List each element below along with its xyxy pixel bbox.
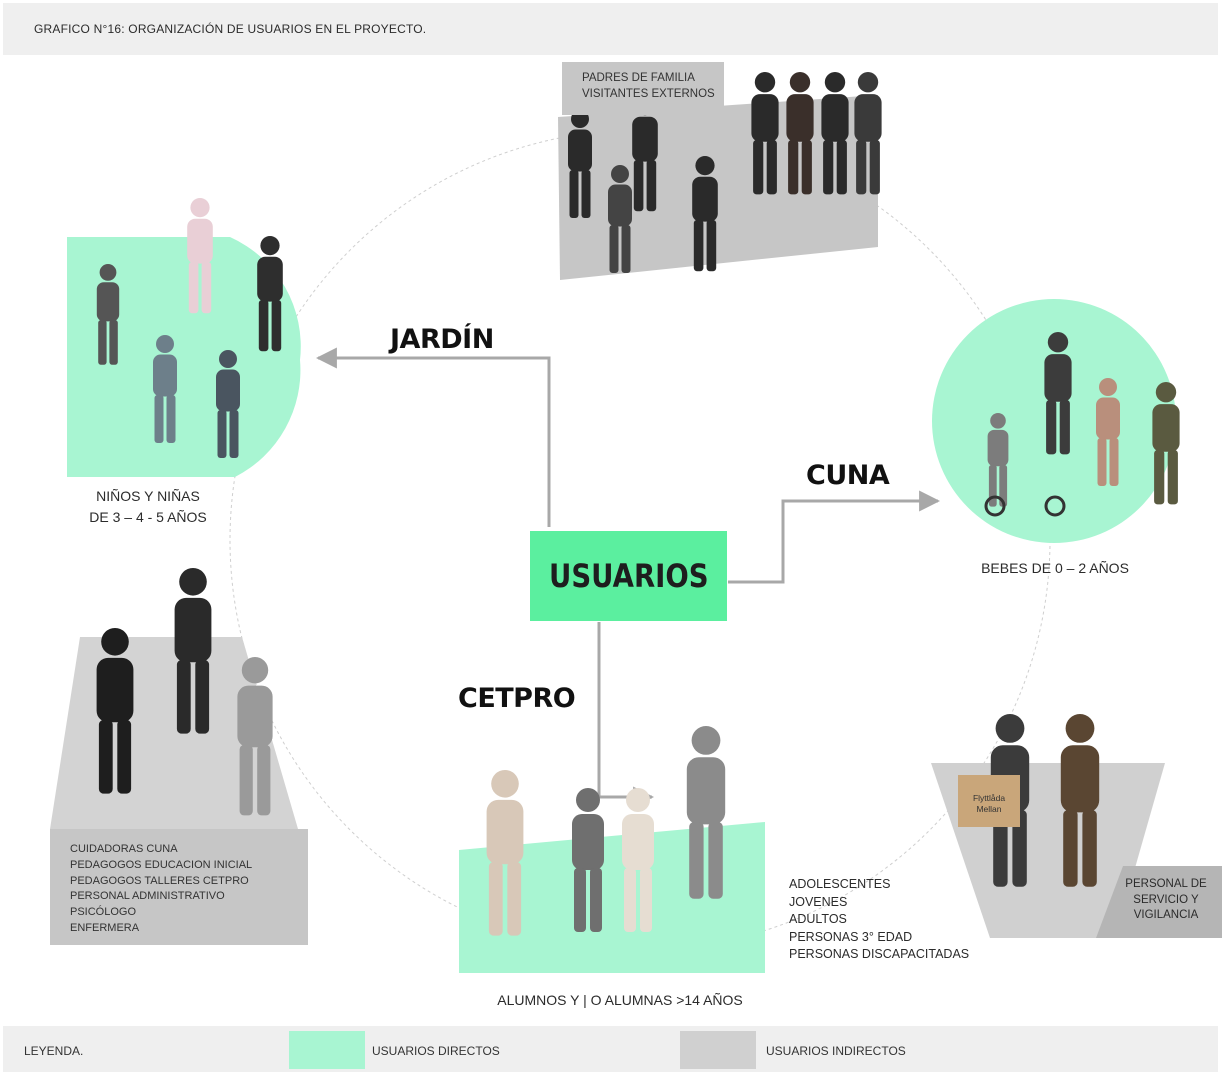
servicio-label-line1: PERSONAL DE	[1125, 878, 1207, 890]
box-print-2: Mellan	[976, 804, 1001, 814]
personal-item: ENFERMERA	[70, 921, 140, 934]
legend-direct-label: USUARIOS DIRECTOS	[372, 1044, 500, 1058]
alumnos-list: ADOLESCENTES JOVENES ADULTOS PERSONAS 3°…	[789, 876, 999, 964]
center-node: USUARIOS	[530, 531, 727, 621]
alumnos-item: ADOLESCENTES	[789, 877, 891, 891]
servicio-label-line3: VIGILANCIA	[1133, 909, 1199, 921]
legend-indirect-label: USUARIOS INDIRECTOS	[766, 1044, 906, 1058]
branch-jardin-label: JARDÍN	[390, 324, 494, 355]
servicio-label-line2: SERVICIO Y	[1133, 893, 1199, 906]
box-print-1: Flyttlåda	[973, 793, 1005, 803]
padres-label-line2: VISITANTES EXTERNOS	[582, 88, 715, 100]
ninos-caption: NIÑOS Y NIÑAS DE 3 – 4 - 5 AÑOS	[68, 486, 228, 528]
connector-cuna	[728, 490, 941, 584]
alumnos-caption: ALUMNOS Y | O ALUMNAS >14 AÑOS	[497, 992, 743, 1008]
padres-label: PADRES DE FAMILIA VISITANTES EXTERNOS	[562, 62, 724, 115]
branch-cuna-label: CUNA	[806, 460, 890, 491]
ninos-caption-line1: NIÑOS Y NIÑAS	[96, 488, 200, 504]
connector-cetpro	[597, 622, 655, 808]
servicio-label: PERSONAL DE SERVICIO Y VIGILANCIA	[1116, 877, 1216, 924]
branch-cetpro-label: CETPRO	[458, 683, 576, 714]
bebes-caption: BEBES DE 0 – 2 AÑOS	[981, 560, 1129, 576]
alumnos-item: ADULTOS	[789, 912, 847, 926]
personal-list: CUIDADORAS CUNA PEDAGOGOS EDUCACION INIC…	[50, 829, 308, 945]
legend-bar	[3, 1026, 1218, 1072]
connector-jardin	[315, 347, 551, 527]
padres-label-line1: PADRES DE FAMILIA	[582, 72, 695, 84]
alumnos-item: PERSONAS 3° EDAD	[789, 929, 913, 944]
legend-swatch-indirect	[680, 1031, 756, 1069]
legend-title: LEYENDA.	[24, 1044, 84, 1058]
center-label: USUARIOS	[548, 557, 709, 595]
personal-item: PERSONAL ADMINISTRATIVO	[70, 890, 225, 903]
legend-swatch-direct	[289, 1031, 365, 1069]
personal-item: PEDAGOGOS EDUCACION INICIAL	[70, 858, 253, 871]
personal-item: PEDAGOGOS TALLERES CETPRO	[70, 874, 249, 887]
alumnos-item: PERSONAS DISCAPACITADAS	[789, 947, 970, 961]
personal-item: PSICÓLOGO	[70, 906, 137, 919]
ninos-caption-line2: DE 3 – 4 - 5 AÑOS	[89, 509, 207, 525]
alumnos-item: JOVENES	[789, 894, 848, 909]
personal-item: CUIDADORAS CUNA	[70, 843, 178, 855]
